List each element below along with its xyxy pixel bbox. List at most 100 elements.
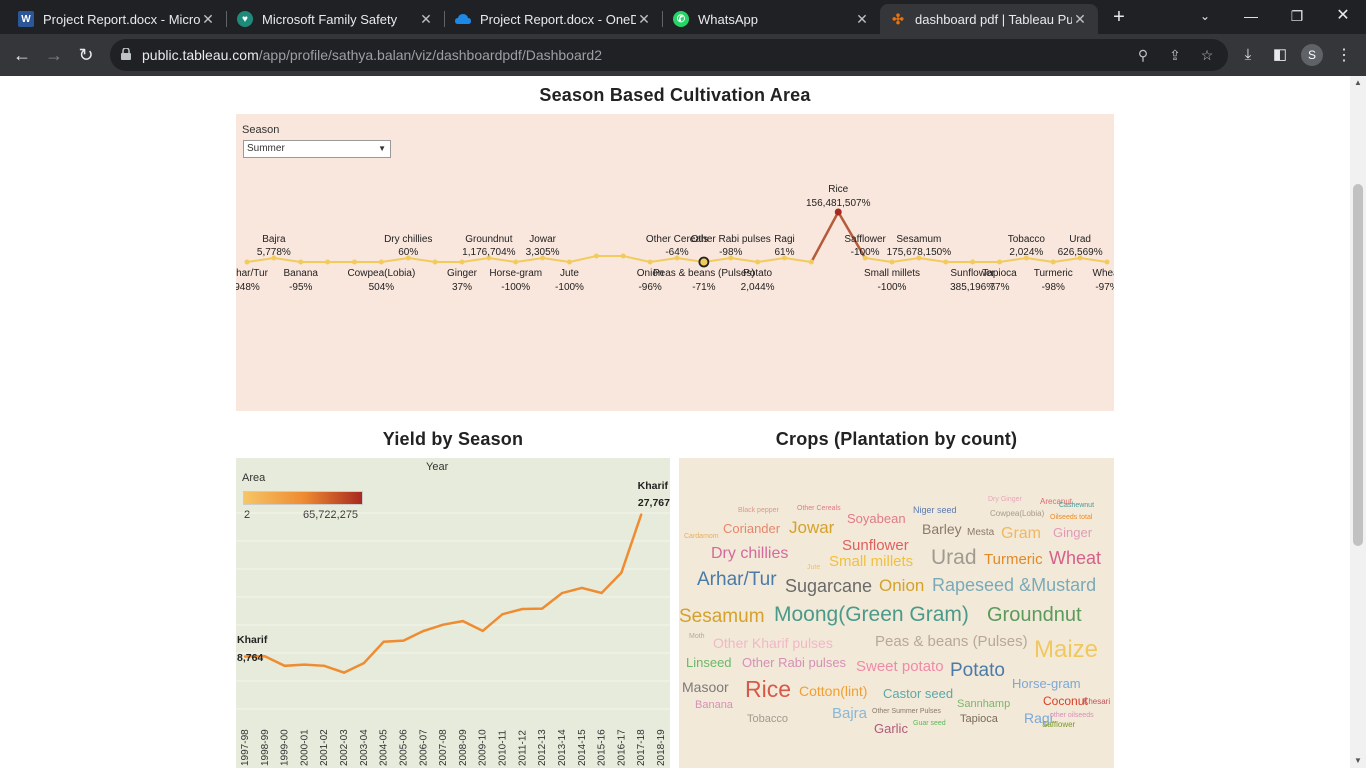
crop-word[interactable]: Sweet potato	[856, 659, 944, 674]
crop-word[interactable]: Mesta	[967, 528, 994, 538]
crop-word[interactable]: Garlic	[874, 722, 908, 735]
crop-word[interactable]: Gram	[1001, 526, 1041, 542]
close-tab-icon[interactable]: ✕	[1072, 11, 1088, 28]
crop-word[interactable]: Urad	[931, 547, 977, 568]
crop-word[interactable]: Linseed	[686, 656, 732, 669]
crop-word[interactable]: Sunflower	[842, 538, 909, 553]
crop-word[interactable]: Rapeseed &Mustard	[932, 576, 1096, 594]
crop-word[interactable]: Groundnut	[987, 605, 1082, 625]
season-data-point[interactable]	[808, 259, 814, 265]
tab-search-button[interactable]: ⌄	[1182, 4, 1228, 30]
crop-word[interactable]: Dry Ginger	[988, 496, 1022, 503]
tab-whatsapp[interactable]: ✆ WhatsApp ✕	[663, 4, 880, 34]
season-selected-point[interactable]	[698, 256, 710, 268]
crop-word[interactable]: Khesari	[1083, 698, 1110, 706]
season-data-point[interactable]	[325, 259, 331, 265]
season-data-point[interactable]	[1104, 259, 1110, 265]
crop-word[interactable]: Horse-gram	[1012, 677, 1081, 690]
yield-data-point[interactable]	[441, 623, 445, 626]
season-data-point[interactable]	[755, 259, 761, 265]
yield-data-point[interactable]	[580, 586, 583, 590]
crop-word[interactable]: Moth	[689, 633, 705, 640]
yield-data-point[interactable]	[501, 612, 504, 616]
crop-word[interactable]: Safflower	[1042, 721, 1075, 729]
minimize-button[interactable]: —	[1228, 4, 1274, 30]
season-data-point[interactable]	[244, 259, 250, 265]
download-icon[interactable]: ⤓	[1238, 45, 1258, 65]
crop-word[interactable]: Niger seed	[913, 506, 957, 515]
season-data-point[interactable]	[459, 259, 465, 265]
crop-word[interactable]: Bajra	[832, 706, 867, 721]
back-button[interactable]: ←	[10, 43, 34, 67]
tab-tableau-dashboard[interactable]: ✣ dashboard pdf | Tableau Pub ✕	[880, 4, 1098, 34]
yield-data-point[interactable]	[540, 607, 544, 610]
yield-data-point[interactable]	[422, 629, 425, 633]
close-tab-icon[interactable]: ✕	[418, 11, 434, 28]
season-data-point[interactable]	[567, 259, 572, 265]
crop-word[interactable]: Castor seed	[883, 687, 953, 700]
crop-word[interactable]: Oilseeds total	[1050, 514, 1092, 521]
reload-button[interactable]: ↻	[74, 43, 98, 67]
crop-word[interactable]: Maize	[1034, 638, 1098, 662]
yield-data-point[interactable]	[402, 639, 405, 642]
crop-word[interactable]: Soyabean	[847, 512, 906, 525]
season-data-point[interactable]	[593, 253, 599, 259]
crop-word[interactable]: Coriander	[723, 522, 780, 535]
crop-word[interactable]: Jute	[807, 564, 820, 571]
season-data-point[interactable]	[352, 259, 357, 265]
crop-word[interactable]: Sannhamp	[957, 699, 1010, 710]
crop-word[interactable]: Other Cereals	[797, 505, 841, 512]
profile-avatar[interactable]: S	[1301, 44, 1323, 66]
yield-data-point[interactable]	[639, 513, 643, 516]
address-bar[interactable]: public.tableau.com/app/profile/sathya.ba…	[110, 39, 1228, 71]
close-tab-icon[interactable]: ✕	[636, 11, 652, 28]
yield-data-point[interactable]	[303, 663, 306, 666]
crop-word[interactable]: Small millets	[829, 554, 913, 569]
season-data-point[interactable]	[889, 259, 895, 265]
yield-data-point[interactable]	[620, 571, 623, 574]
yield-data-point[interactable]	[461, 619, 465, 623]
crop-word[interactable]: Jowar	[789, 519, 834, 536]
yield-data-point[interactable]	[382, 640, 385, 643]
browser-menu-icon[interactable]: ⋮	[1336, 45, 1352, 65]
season-data-point[interactable]	[1050, 259, 1056, 265]
crop-word[interactable]: Other Summer Pulses	[872, 708, 941, 715]
crop-word[interactable]: Peas & beans (Pulses)	[875, 634, 1028, 649]
forward-button[interactable]: →	[42, 43, 66, 67]
yield-data-point[interactable]	[283, 664, 286, 668]
yield-data-point[interactable]	[342, 671, 346, 674]
crop-word[interactable]: Other Kharif pulses	[713, 636, 833, 650]
new-tab-button[interactable]: +	[1108, 6, 1130, 29]
scroll-up-icon[interactable]: ▲	[1350, 76, 1366, 90]
side-panel-icon[interactable]: ◧	[1270, 45, 1290, 65]
crop-word[interactable]: Tapioca	[960, 714, 998, 725]
crop-word[interactable]: Potato	[950, 661, 1005, 680]
crop-word[interactable]: Onion	[879, 577, 924, 594]
season-data-point[interactable]	[997, 259, 1002, 265]
crop-word[interactable]: Barley	[922, 522, 962, 536]
season-data-point[interactable]	[647, 259, 653, 265]
season-data-point[interactable]	[834, 208, 842, 216]
crop-word[interactable]: Banana	[695, 700, 733, 711]
crop-word[interactable]: Sugarcane	[785, 577, 872, 595]
restore-button[interactable]: ❐	[1274, 4, 1320, 30]
season-data-point[interactable]	[513, 259, 519, 265]
crop-word[interactable]: Ginger	[1053, 526, 1092, 539]
season-data-point[interactable]	[378, 259, 384, 265]
crop-word[interactable]: Guar seed	[913, 720, 946, 727]
yield-data-point[interactable]	[521, 607, 524, 611]
close-tab-icon[interactable]: ✕	[200, 11, 216, 28]
crop-word[interactable]: Cowpea(Lobia)	[990, 510, 1044, 518]
tab-project-report-word[interactable]: W Project Report.docx - Micros ✕	[8, 4, 226, 34]
close-tab-icon[interactable]: ✕	[854, 11, 870, 28]
crop-word[interactable]: Coconut	[1043, 695, 1088, 707]
crop-word[interactable]: Masoor	[682, 680, 729, 694]
season-data-point[interactable]	[943, 259, 949, 265]
crop-word[interactable]: Black pepper	[738, 507, 779, 514]
close-window-button[interactable]: ✕	[1320, 4, 1366, 30]
crop-word[interactable]: Sesamum	[679, 607, 765, 626]
tab-project-report-onedrive[interactable]: Project Report.docx - OneDr ✕	[445, 4, 662, 34]
season-data-point[interactable]	[970, 259, 976, 265]
crop-word[interactable]: Cardamom	[684, 533, 719, 540]
crop-word[interactable]: Cotton(lint)	[799, 684, 867, 698]
